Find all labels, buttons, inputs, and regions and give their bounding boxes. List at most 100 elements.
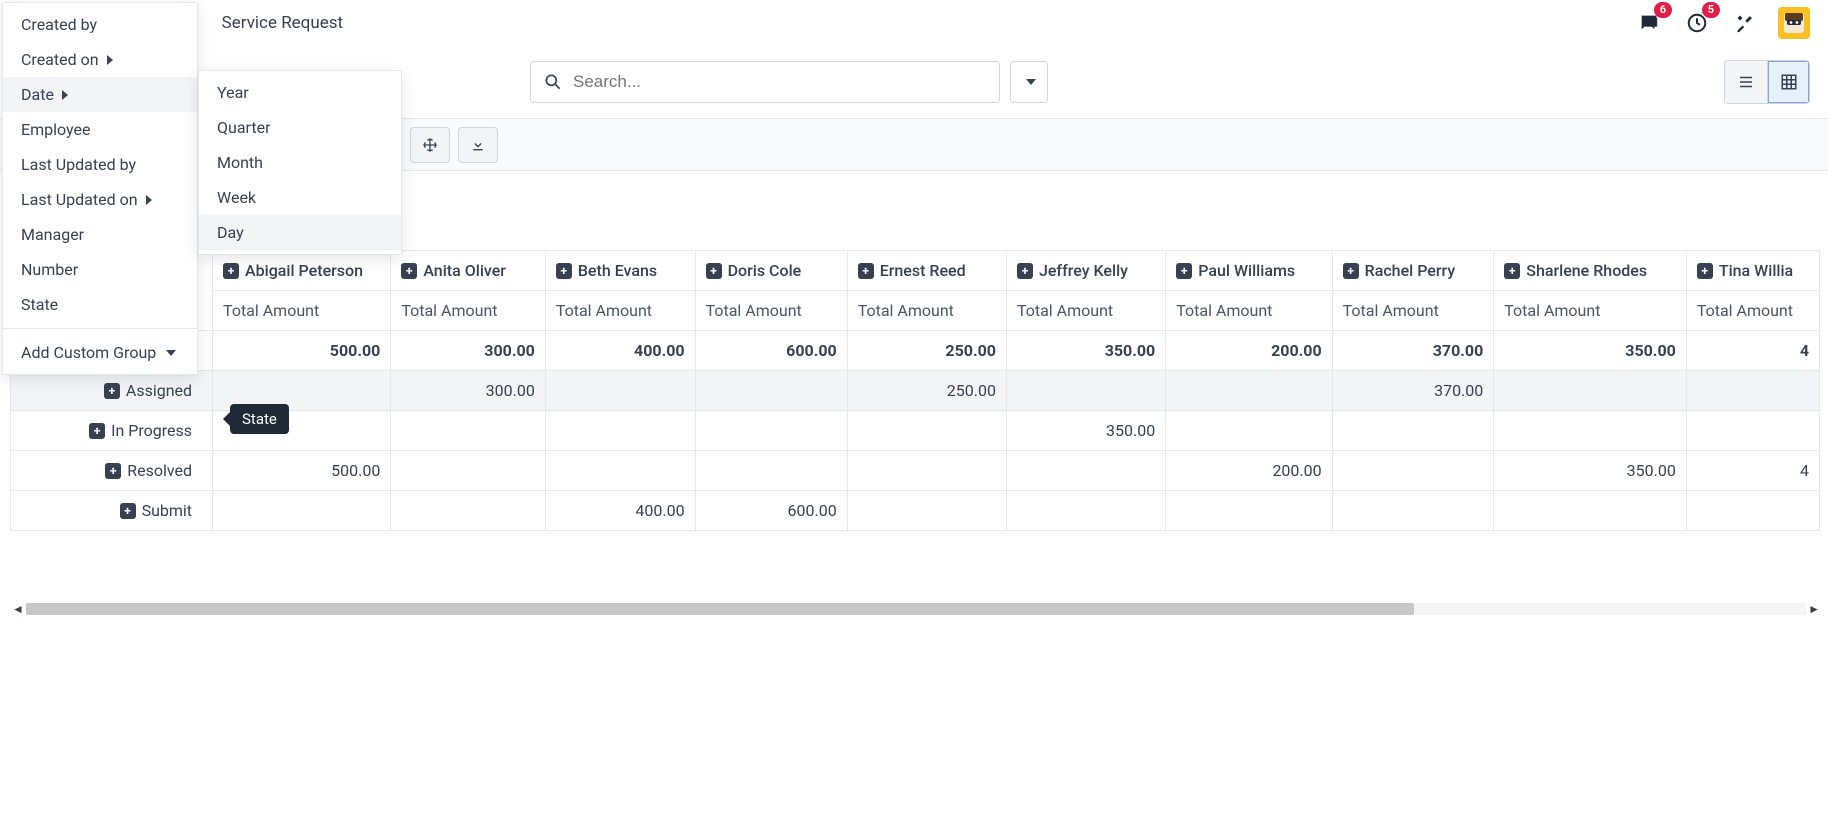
column-subheader: Total Amount: [391, 291, 546, 331]
groupby-item[interactable]: Created by: [3, 7, 197, 42]
scroll-thumb[interactable]: [26, 603, 1414, 615]
pivot-table-wrap: +Abigail Peterson+Anita Oliver+Beth Evan…: [10, 250, 1820, 531]
groupby-item[interactable]: Manager: [3, 217, 197, 252]
row-header[interactable]: +Assigned: [11, 371, 213, 411]
download-button[interactable]: [458, 127, 498, 163]
activity-icon[interactable]: 5: [1682, 8, 1712, 38]
search-input[interactable]: [573, 72, 987, 92]
date-submenu-item[interactable]: Week: [199, 180, 401, 215]
expand-row-icon[interactable]: +: [104, 383, 120, 399]
menu-item-label: Year: [217, 83, 249, 102]
groupby-item[interactable]: Number: [3, 252, 197, 287]
scroll-right-icon[interactable]: ►: [1806, 602, 1820, 616]
column-subheader: Total Amount: [1332, 291, 1494, 331]
menu-item-label: Day: [217, 223, 244, 242]
groupby-item[interactable]: Date: [3, 77, 197, 112]
search-icon: [543, 72, 563, 92]
data-cell: [695, 371, 847, 411]
menu-item-label: Last Updated by: [21, 155, 136, 174]
data-cell: [545, 451, 695, 491]
data-cell: 600.00: [695, 491, 847, 531]
data-cell: [695, 451, 847, 491]
data-cell: [1006, 451, 1165, 491]
tools-icon[interactable]: [1730, 8, 1760, 38]
chevron-right-icon: [107, 55, 113, 65]
row-header[interactable]: +Submit: [11, 491, 213, 531]
horizontal-scrollbar[interactable]: ◄ ►: [12, 600, 1820, 618]
expand-button[interactable]: [410, 127, 450, 163]
column-subheader: Total Amount: [847, 291, 1006, 331]
expand-column-icon[interactable]: +: [223, 263, 239, 279]
column-header[interactable]: +Ernest Reed: [847, 251, 1006, 291]
data-cell: 370.00: [1332, 371, 1494, 411]
expand-column-icon[interactable]: +: [1343, 263, 1359, 279]
column-subheader: Total Amount: [1166, 291, 1332, 331]
column-label: Anita Oliver: [423, 261, 506, 280]
expand-column-icon[interactable]: +: [858, 263, 874, 279]
expand-row-icon[interactable]: +: [120, 503, 136, 519]
totals-row: 500.00300.00400.00600.00250.00350.00200.…: [11, 331, 1820, 371]
table-row: +Resolved500.00200.00350.004: [11, 451, 1820, 491]
expand-column-icon[interactable]: +: [706, 263, 722, 279]
menu-item-label: Employee: [21, 120, 90, 139]
column-header[interactable]: +Abigail Peterson: [213, 251, 391, 291]
expand-column-icon[interactable]: +: [1697, 263, 1713, 279]
date-submenu-item[interactable]: Quarter: [199, 110, 401, 145]
column-header[interactable]: + Doris Cole: [695, 251, 847, 291]
avatar[interactable]: [1778, 7, 1810, 39]
column-header[interactable]: + Paul Williams: [1166, 251, 1332, 291]
pivot-view-button[interactable]: [1767, 61, 1809, 103]
column-label: Jeffrey Kelly: [1039, 261, 1128, 280]
list-view-button[interactable]: [1725, 61, 1767, 103]
column-header[interactable]: + Jeffrey Kelly: [1006, 251, 1165, 291]
data-cell: [847, 491, 1006, 531]
expand-column-icon[interactable]: +: [1017, 263, 1033, 279]
date-submenu-item[interactable]: Day: [199, 215, 401, 250]
groupby-item[interactable]: Last Updated on: [3, 182, 197, 217]
expand-row-icon[interactable]: +: [89, 423, 105, 439]
menu-item-label: Quarter: [217, 118, 270, 137]
pivot-table: +Abigail Peterson+Anita Oliver+Beth Evan…: [10, 250, 1820, 531]
data-cell: [1686, 371, 1819, 411]
expand-row-icon[interactable]: +: [105, 463, 121, 479]
expand-column-icon[interactable]: +: [401, 263, 417, 279]
add-custom-group[interactable]: Add Custom Group: [3, 335, 197, 370]
column-header[interactable]: +Rachel Perry: [1332, 251, 1494, 291]
groupby-item[interactable]: Created on: [3, 42, 197, 77]
date-submenu-item[interactable]: Month: [199, 145, 401, 180]
app-header: t Service Request 6 5: [0, 0, 1828, 46]
total-cell: 350.00: [1006, 331, 1165, 371]
groupby-menu: Created byCreated onDate Employee Last Upd…: [2, 2, 198, 375]
column-label: Tina Willia: [1719, 261, 1793, 280]
messages-badge: 6: [1654, 2, 1672, 18]
column-label: Paul Williams: [1198, 261, 1295, 280]
column-header[interactable]: +Sharlene Rhodes: [1494, 251, 1687, 291]
search-input-wrap[interactable]: [530, 61, 1000, 103]
row-header[interactable]: +Resolved: [11, 451, 213, 491]
column-label: Doris Cole: [728, 261, 802, 280]
groupby-item[interactable]: State: [3, 287, 197, 322]
groupby-item[interactable]: Last Updated by: [3, 147, 197, 182]
expand-column-icon[interactable]: +: [556, 263, 572, 279]
column-subheader: Total Amount: [1494, 291, 1687, 331]
data-cell: [847, 451, 1006, 491]
row-header[interactable]: +In Progress: [11, 411, 213, 451]
expand-column-icon[interactable]: +: [1504, 263, 1520, 279]
scroll-left-icon[interactable]: ◄: [12, 602, 26, 616]
menu-item-label: Last Updated on: [21, 190, 138, 209]
data-cell: [1494, 411, 1687, 451]
data-cell: [1686, 491, 1819, 531]
data-cell: [1494, 371, 1687, 411]
scroll-track[interactable]: [26, 603, 1806, 615]
search-options-button[interactable]: [1010, 61, 1048, 103]
groupby-item[interactable]: Employee: [3, 112, 197, 147]
expand-column-icon[interactable]: +: [1176, 263, 1192, 279]
date-submenu-item[interactable]: Year: [199, 75, 401, 110]
messages-icon[interactable]: 6: [1634, 8, 1664, 38]
column-header[interactable]: + Anita Oliver: [391, 251, 546, 291]
data-cell: [1332, 411, 1494, 451]
column-header[interactable]: + Tina Willia: [1686, 251, 1819, 291]
total-cell: 350.00: [1494, 331, 1687, 371]
column-header[interactable]: +Beth Evans: [545, 251, 695, 291]
activity-badge: 5: [1702, 2, 1720, 18]
